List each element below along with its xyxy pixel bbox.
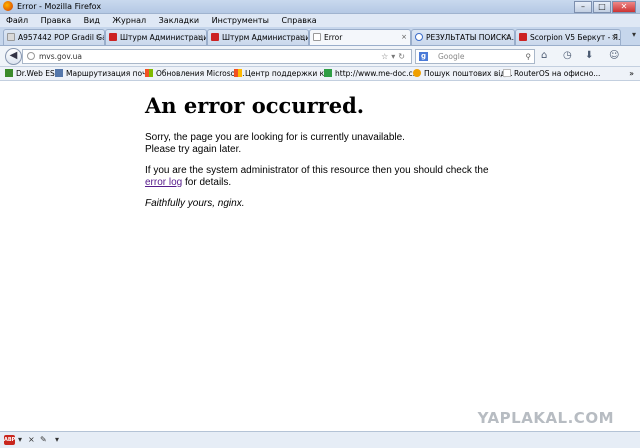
firefox-logo-icon — [3, 1, 13, 11]
menu-help[interactable]: Справка — [281, 16, 316, 25]
bookmark-ms-updates[interactable]: Обновления Microsof... — [145, 67, 244, 80]
tab-close-icon[interactable]: × — [95, 30, 101, 45]
page-content: An error occurred. Sorry, the page you a… — [0, 81, 640, 431]
tab-favicon-icon — [211, 33, 219, 41]
minimize-button[interactable]: – — [574, 1, 592, 13]
search-bar[interactable]: g Google ⚲ — [415, 49, 535, 64]
download-icon[interactable]: ⬇ — [585, 50, 593, 62]
signature: Faithfully yours, nginx. — [145, 198, 525, 210]
tab-3[interactable]: Штурм Администраци... × — [207, 29, 309, 45]
search-input[interactable]: Google — [438, 50, 464, 63]
bookmark-routeros[interactable]: RouterOS на офисно... — [503, 67, 600, 80]
tab-2[interactable]: Штурм Администраци... × — [105, 29, 207, 45]
bookmark-routing[interactable]: Маршрутизация поч... — [55, 67, 154, 80]
admin-text: If you are the system administrator of t… — [145, 165, 525, 188]
routing-icon — [55, 69, 63, 77]
adblock-icon[interactable]: ABP — [4, 435, 15, 445]
tab-close-icon[interactable]: × — [505, 30, 511, 45]
bookmarks-more-chevron-icon[interactable]: » — [629, 67, 634, 80]
url-bar[interactable]: mvs.gov.ua ☆▾↻ — [22, 49, 412, 64]
tab-bar: A957442 POP Gradil Ga... × Штурм Админис… — [0, 27, 640, 46]
menu-tools[interactable]: Инструменты — [212, 16, 269, 25]
tab-list-chevron-icon[interactable]: ▾ — [632, 30, 636, 39]
tab-close-icon[interactable]: × — [401, 30, 407, 45]
bookmark-label: Центр поддержки к... — [245, 69, 332, 78]
site-identity-icon[interactable] — [27, 52, 35, 60]
bookmark-label: http://www.me-doc.c... — [335, 69, 420, 78]
windows-logo-icon — [234, 69, 242, 77]
url-bar-buttons[interactable]: ☆▾↻ — [381, 50, 408, 63]
close-window-button[interactable]: ✕ — [612, 1, 636, 13]
bookmark-drweb[interactable]: Dr.Web ES — [5, 67, 55, 80]
medoc-icon — [324, 69, 332, 77]
bookmark-medoc[interactable]: http://www.me-doc.c... — [324, 67, 420, 80]
tab-label: Scorpion V5 Беркут - Я... — [530, 33, 621, 42]
tab-favicon-icon — [109, 33, 117, 41]
tool-icon[interactable]: ✎ — [40, 432, 47, 448]
bookmark-label: Обновления Microsof... — [156, 69, 245, 78]
back-button[interactable]: ◀ — [5, 48, 22, 65]
unavailable-line-2: Please try again later. — [145, 143, 242, 155]
error-heading: An error occurred. — [145, 93, 365, 118]
tab-close-icon[interactable]: × — [197, 30, 203, 45]
error-log-link[interactable]: error log — [145, 177, 182, 188]
menu-history[interactable]: Журнал — [112, 16, 146, 25]
status-bar: ABP ▾ × ✎ ▾ — [0, 431, 640, 448]
bookmark-label: Маршрутизация поч... — [66, 69, 154, 78]
tab-close-icon[interactable]: × — [611, 30, 617, 45]
tab-5[interactable]: РЕЗУЛЬТАТЫ ПОИСКА... × — [411, 29, 515, 45]
windows-logo-icon — [145, 69, 153, 77]
tab-favicon-icon — [313, 33, 321, 41]
navigation-toolbar: ◀ mvs.gov.ua ☆▾↻ g Google ⚲ ⌂ ◷ ⬇ ☺ — [0, 46, 640, 67]
tab-error-active[interactable]: Error × — [309, 29, 411, 45]
signature-text: Faithfully yours, nginx. — [145, 198, 245, 209]
tab-favicon-icon — [519, 33, 527, 41]
watermark: YAPLAKAL.COM — [477, 409, 614, 427]
bookmark-label: Dr.Web ES — [16, 69, 55, 78]
tab-close-icon[interactable]: × — [299, 30, 305, 45]
bookmark-support[interactable]: Центр поддержки к... — [234, 67, 331, 80]
tool-dropdown-icon[interactable]: ▾ — [55, 432, 59, 448]
window-controls: – □ ✕ — [574, 1, 636, 13]
window-title: Error - Mozilla Firefox — [17, 2, 102, 11]
admin-line: If you are the system administrator of t… — [145, 165, 489, 176]
tab-1[interactable]: A957442 POP Gradil Ga... × — [3, 29, 105, 45]
unavailable-line-1: Sorry, the page you are looking for is c… — [145, 132, 405, 143]
bookmarks-toolbar: Dr.Web ES Маршрутизация поч... Обновлени… — [0, 67, 640, 81]
page-icon — [503, 69, 511, 77]
menu-edit[interactable]: Правка — [41, 16, 71, 25]
post-icon — [413, 69, 421, 77]
tab-label: Штурм Администраци... — [222, 33, 309, 42]
drweb-icon — [5, 69, 13, 77]
bookmark-post[interactable]: Пошук поштових від... — [413, 67, 513, 80]
tab-label: A957442 POP Gradil Ga... — [18, 33, 105, 42]
url-text[interactable]: mvs.gov.ua — [39, 50, 82, 63]
tab-label: Штурм Администраци... — [120, 33, 207, 42]
search-icon[interactable]: ⚲ — [526, 50, 532, 63]
google-engine-icon[interactable]: g — [419, 52, 428, 61]
close-icon[interactable]: × — [28, 432, 35, 448]
bookmark-label: Пошук поштових від... — [424, 69, 513, 78]
home-icon[interactable]: ⌂ — [541, 50, 547, 62]
tab-favicon-icon — [415, 33, 423, 41]
unavailable-text: Sorry, the page you are looking for is c… — [145, 132, 525, 155]
admin-tail: for details. — [182, 176, 232, 188]
bookmark-label: RouterOS на офисно... — [514, 69, 601, 78]
history-icon[interactable]: ◷ — [563, 50, 572, 62]
addon-icon[interactable]: ☺ — [609, 50, 619, 62]
menu-view[interactable]: Вид — [84, 16, 100, 25]
tab-label: Error — [324, 33, 343, 42]
tab-favicon-icon — [7, 33, 15, 41]
adblock-dropdown-icon[interactable]: ▾ — [18, 432, 22, 448]
menu-file[interactable]: Файл — [6, 16, 28, 25]
maximize-button[interactable]: □ — [593, 1, 611, 13]
title-bar: Error - Mozilla Firefox – □ ✕ — [0, 0, 640, 14]
menu-bookmarks[interactable]: Закладки — [159, 16, 199, 25]
menu-bar: Файл Правка Вид Журнал Закладки Инструме… — [0, 14, 640, 27]
tab-label: РЕЗУЛЬТАТЫ ПОИСКА... — [426, 33, 515, 42]
error-message: An error occurred. Sorry, the page you a… — [145, 93, 525, 220]
tab-6[interactable]: Scorpion V5 Беркут - Я... × — [515, 29, 621, 45]
